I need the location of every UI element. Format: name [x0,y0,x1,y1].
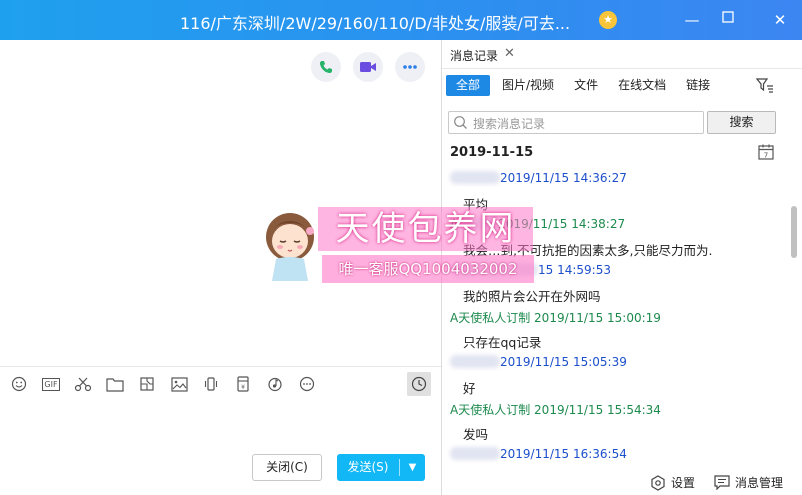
history-footer: 设置 消息管理 [442,470,802,495]
watermark-subtitle: 唯一客服QQ1004032002 [322,255,534,283]
message-icon [714,475,730,490]
message-header: A天使私人订制 2019/11/15 15:54:34 [450,403,661,417]
tab-message-history[interactable]: 消息记录 [450,47,498,64]
message-manager-button[interactable]: 消息管理 [714,474,783,491]
scrollbar-thumb[interactable] [791,206,797,258]
input-toolbar: GIF ¥ [8,373,328,395]
shake-icon[interactable] [200,373,222,395]
more-options-icon[interactable] [296,373,318,395]
send-button[interactable]: 发送(S) ▼ [337,454,425,481]
voice-call-button[interactable] [311,52,341,82]
more-icon [403,65,417,69]
calendar-icon[interactable]: 7 [757,143,775,161]
music-icon[interactable] [264,373,286,395]
svg-text:7: 7 [764,152,768,160]
folder-icon[interactable] [104,373,126,395]
phone-icon [320,61,332,73]
filter-icon[interactable] [756,76,774,94]
close-icon[interactable]: ✕ [504,46,515,61]
video-icon [360,62,376,72]
settings-button[interactable]: 设置 [650,474,695,491]
sticker-icon[interactable] [136,373,158,395]
chevron-down-icon[interactable]: ▼ [400,454,425,481]
search-button[interactable]: 搜索 [707,111,776,134]
history-filters: 全部 图片/视频 文件 在线文档 链接 [446,74,722,96]
message-header: A天使私人订制 2019/11/15 15:00:19 [450,311,661,325]
filter-all[interactable]: 全部 [446,74,491,96]
message-header: 2019/11/15 14:36:27 [450,171,627,185]
search-icon [454,116,467,129]
filter-media[interactable]: 图片/视频 [494,75,562,96]
clock-icon [411,376,427,392]
filter-files[interactable]: 文件 [566,75,606,96]
message-header: 2019/11/15 15:05:39 [450,355,627,369]
search-placeholder: 搜索消息记录 [473,117,546,131]
close-window-button[interactable]: ✕ [770,10,790,30]
message-header: 2019/11/15 16:36:54 [450,447,627,461]
red-packet-icon[interactable]: ¥ [232,373,254,395]
message-text: 只存在qq记录 [463,335,542,350]
filter-links[interactable]: 链接 [678,75,718,96]
video-call-button[interactable] [353,52,383,82]
window-title: 116/广东深圳/2W/29/160/110/D/非处女/服装/可去... [180,14,571,33]
close-chat-button[interactable]: 关闭(C) [252,454,322,481]
more-actions-button[interactable] [395,52,425,82]
message-text: 发吗 [463,427,489,442]
watermark-title: 天使包养网 [318,207,533,251]
filter-docs[interactable]: 在线文档 [610,75,674,96]
history-search-input[interactable]: 搜索消息记录 [448,111,704,134]
image-icon[interactable] [168,373,190,395]
send-label: 发送(S) [347,460,389,474]
minimize-button[interactable]: — [682,10,702,30]
title-bar: 116/广东深圳/2W/29/160/110/D/非处女/服装/可去... ★ … [0,0,802,40]
gif-icon[interactable]: GIF [40,373,62,395]
cartoon-girl-icon [266,213,314,281]
watermark: 天使包养网 唯一客服QQ1004032002 [262,205,537,287]
date-header: 2019-11-15 [450,145,534,160]
gear-icon [651,474,665,491]
input-divider [0,366,441,367]
maximize-icon [722,11,734,23]
message-text: 我的照片会公开在外网吗 [463,289,601,304]
message-history-button[interactable] [407,372,431,396]
svg-text:¥: ¥ [241,384,245,391]
maximize-button[interactable] [718,10,738,30]
emoji-icon[interactable] [8,373,30,395]
star-icon[interactable]: ★ [599,11,617,29]
scissors-icon[interactable] [72,373,94,395]
message-text: 好 [463,381,476,396]
